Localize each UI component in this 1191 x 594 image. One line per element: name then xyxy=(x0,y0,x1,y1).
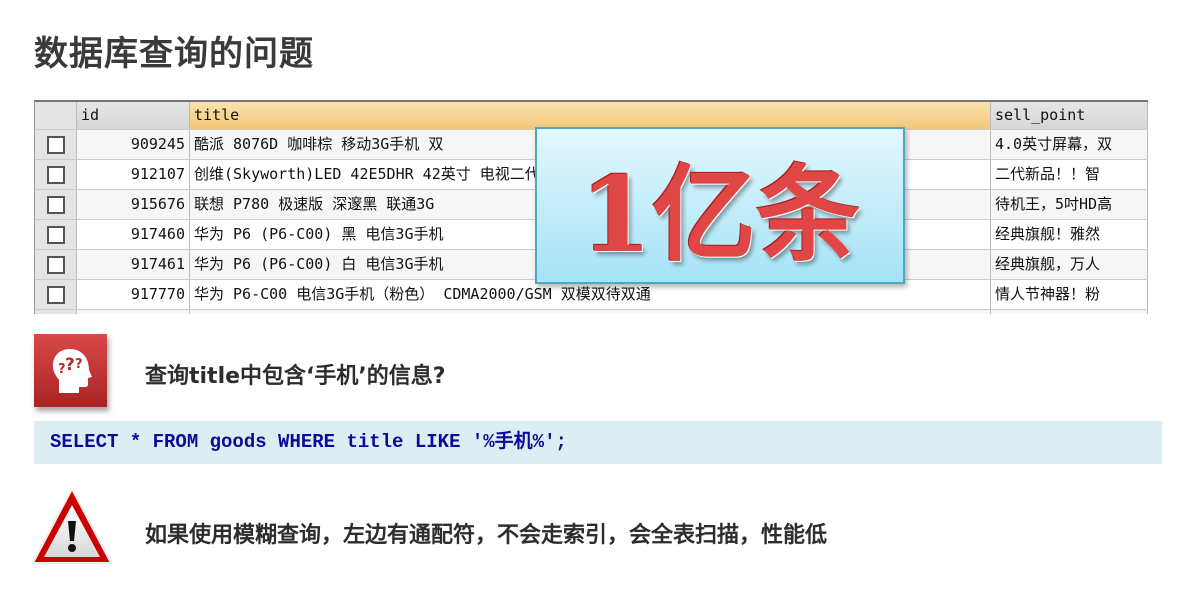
row-checkbox[interactable] xyxy=(35,160,77,189)
row-checkbox[interactable] xyxy=(35,310,77,314)
cell-sell-point xyxy=(991,310,1148,314)
count-text: 1亿条 xyxy=(579,153,861,276)
page-title: 数据库查询的问题 xyxy=(34,34,314,74)
sql-statement: SELECT * FROM goods WHERE title LIKE '%手… xyxy=(34,421,1162,464)
cell-id: 917461 xyxy=(77,250,190,279)
row-checkbox[interactable] xyxy=(35,250,77,279)
checkbox-icon[interactable] xyxy=(46,195,65,214)
count-overlay: 1亿条 xyxy=(535,127,905,284)
checkbox-icon[interactable] xyxy=(46,225,65,244)
svg-text:?: ? xyxy=(75,357,83,372)
row-checkbox[interactable] xyxy=(35,280,77,309)
cell-id: 917460 xyxy=(77,220,190,249)
checkbox-icon[interactable] xyxy=(46,165,65,184)
row-checkbox[interactable] xyxy=(35,130,77,159)
question-text: 查询title中包含‘手机’的信息? xyxy=(145,364,446,389)
cell-id: 909245 xyxy=(77,130,190,159)
cell-id: 917770 xyxy=(77,280,190,309)
table-header: id title sell_point xyxy=(35,102,1148,130)
checkbox-icon[interactable] xyxy=(46,255,65,274)
cell-sell-point: 情人节神器！粉 xyxy=(991,280,1148,309)
header-title[interactable]: title xyxy=(190,102,991,129)
table-row[interactable]: 917770 华为 P6-C00 电信3G手机（粉色） CDMA2000/GSM… xyxy=(35,280,1148,310)
header-sell-point[interactable]: sell_point xyxy=(991,102,1148,129)
thinking-head-icon: ? ? ? xyxy=(34,334,107,407)
cell-sell-point: 经典旗舰！雅然 xyxy=(991,220,1148,249)
cell-sell-point: 二代新品！！智 xyxy=(991,160,1148,189)
cell-id: 912107 xyxy=(77,160,190,189)
cell-title xyxy=(190,310,991,314)
row-checkbox[interactable] xyxy=(35,190,77,219)
table-row[interactable] xyxy=(35,310,1148,314)
cell-id: 915676 xyxy=(77,190,190,219)
checkbox-icon[interactable] xyxy=(46,285,65,304)
checkbox-icon[interactable] xyxy=(46,135,65,154)
cell-sell-point: 待机王，5吋HD高 xyxy=(991,190,1148,219)
cell-sell-point: 4.0英寸屏幕，双 xyxy=(991,130,1148,159)
header-id[interactable]: id xyxy=(77,102,190,129)
header-select xyxy=(35,102,77,129)
cell-title: 华为 P6-C00 电信3G手机（粉色） CDMA2000/GSM 双模双待双通 xyxy=(190,280,991,309)
cell-sell-point: 经典旗舰，万人 xyxy=(991,250,1148,279)
row-checkbox[interactable] xyxy=(35,220,77,249)
warning-text: 如果使用模糊查询，左边有通配符，不会走索引，会全表扫描，性能低 xyxy=(145,523,828,548)
svg-text:?: ? xyxy=(65,355,75,375)
cell-id xyxy=(77,310,190,314)
warning-triangle-icon xyxy=(30,485,114,573)
